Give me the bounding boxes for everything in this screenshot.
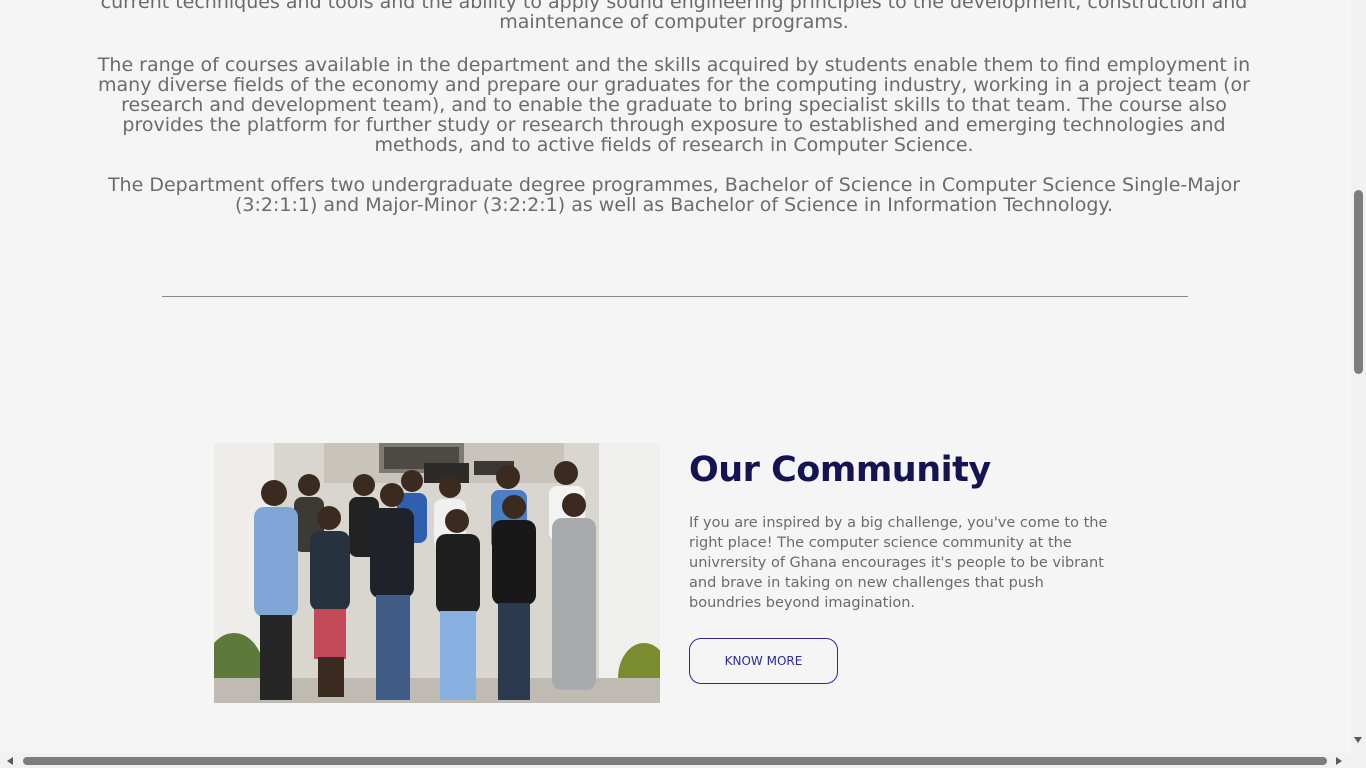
community-description: If you are inspired by a big challenge, … xyxy=(689,515,1108,611)
vertical-scrollbar[interactable] xyxy=(1351,0,1366,753)
community-photo xyxy=(214,443,660,703)
programmes-paragraph: The Department offers two undergraduate … xyxy=(107,174,1241,216)
horizontal-scrollbar-thumb[interactable] xyxy=(23,757,1327,765)
scroll-left-arrow-icon[interactable] xyxy=(7,757,13,765)
vertical-scrollbar-thumb[interactable] xyxy=(1354,190,1363,374)
intro-paragraph: The range of courses available in the de… xyxy=(97,54,1251,156)
page-viewport: current techniques and tools and the abi… xyxy=(0,0,1351,753)
intro-paragraph: current techniques and tools and the abi… xyxy=(100,0,1248,33)
scroll-down-arrow-icon[interactable] xyxy=(1354,737,1362,743)
scroll-right-arrow-icon[interactable] xyxy=(1336,757,1342,765)
scrollbar-corner xyxy=(1351,753,1366,768)
community-title: Our Community xyxy=(689,450,991,490)
group-photo-icon xyxy=(214,443,660,703)
horizontal-scrollbar[interactable] xyxy=(0,753,1351,768)
section-divider xyxy=(162,296,1188,297)
know-more-button[interactable]: KNOW MORE xyxy=(689,638,838,684)
